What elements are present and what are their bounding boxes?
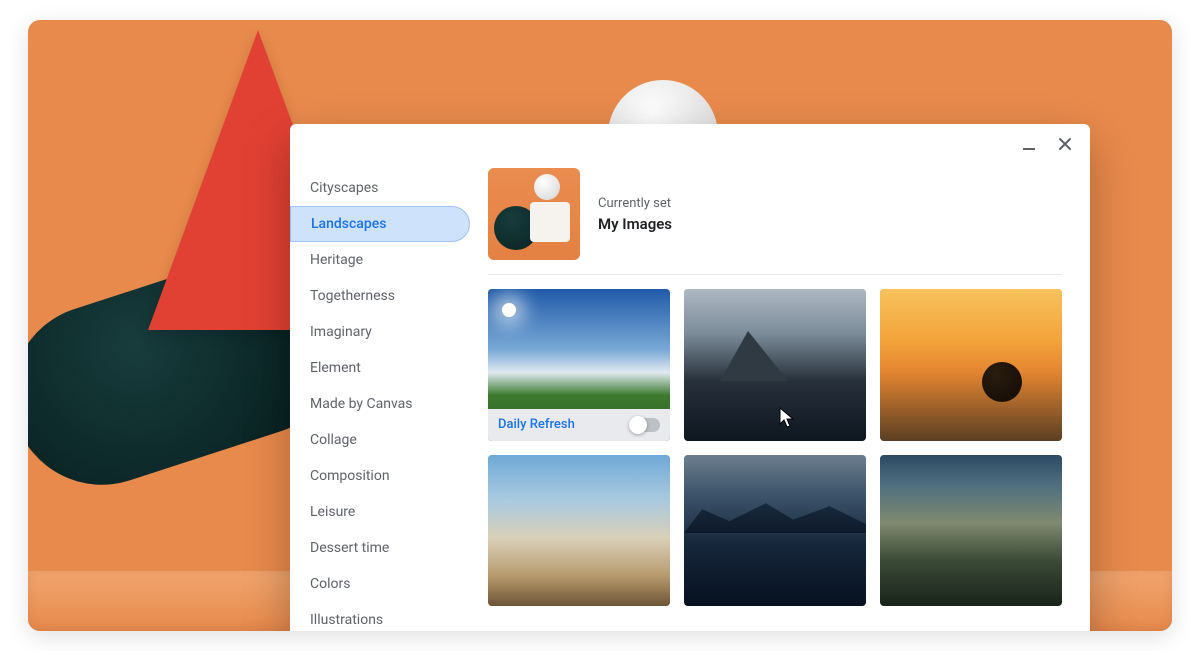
wallpaper-content: Currently set My Images Daily Refresh: [480, 164, 1090, 631]
desktop-background: CityscapesLandscapesHeritageTogetherness…: [28, 20, 1172, 631]
window-titlebar[interactable]: [290, 124, 1090, 164]
sidebar-item-heritage[interactable]: Heritage: [290, 242, 470, 278]
sidebar-item-imaginary[interactable]: Imaginary: [290, 314, 470, 350]
sidebar-item-togetherness[interactable]: Togetherness: [290, 278, 470, 314]
close-icon: [1058, 137, 1072, 151]
sidebar-item-dessert-time[interactable]: Dessert time: [290, 530, 470, 566]
current-value: My Images: [598, 215, 672, 233]
sidebar-item-leisure[interactable]: Leisure: [290, 494, 470, 530]
wallpaper-tile-landscape-mountain-lake[interactable]: [684, 289, 866, 441]
current-label: Currently set: [598, 196, 672, 211]
wallpaper-grid: Daily Refresh: [488, 289, 1062, 606]
wallpaper-tile-landscape-tidal-beach[interactable]: [488, 455, 670, 607]
sidebar-item-colors[interactable]: Colors: [290, 566, 470, 602]
wallpaper-picker-window: CityscapesLandscapesHeritageTogetherness…: [290, 124, 1090, 631]
close-button[interactable]: [1048, 129, 1082, 159]
wallpaper-tile-landscape-grassland-sky[interactable]: Daily Refresh: [488, 289, 670, 441]
sidebar-item-illustrations[interactable]: Illustrations: [290, 602, 470, 631]
wallpaper-tile-landscape-rolling-hills-dusk[interactable]: [880, 455, 1062, 607]
category-sidebar[interactable]: CityscapesLandscapesHeritageTogetherness…: [290, 164, 480, 631]
current-wallpaper-row: Currently set My Images: [488, 166, 1062, 275]
sidebar-item-made-by-canvas[interactable]: Made by Canvas: [290, 386, 470, 422]
sidebar-item-composition[interactable]: Composition: [290, 458, 470, 494]
sidebar-item-cityscapes[interactable]: Cityscapes: [290, 170, 470, 206]
minimize-icon: [1022, 137, 1036, 151]
minimize-button[interactable]: [1012, 129, 1046, 159]
sidebar-item-landscapes[interactable]: Landscapes: [290, 206, 470, 242]
daily-refresh-bar: Daily Refresh: [488, 409, 670, 441]
wallpaper-tile-landscape-dark-mountain-water[interactable]: [684, 455, 866, 607]
current-wallpaper-thumbnail[interactable]: [488, 168, 580, 260]
daily-refresh-toggle[interactable]: [630, 418, 660, 432]
sidebar-item-collage[interactable]: Collage: [290, 422, 470, 458]
wallpaper-tile-landscape-sunset-beach-rock[interactable]: [880, 289, 1062, 441]
sidebar-item-element[interactable]: Element: [290, 350, 470, 386]
daily-refresh-label: Daily Refresh: [498, 417, 575, 432]
